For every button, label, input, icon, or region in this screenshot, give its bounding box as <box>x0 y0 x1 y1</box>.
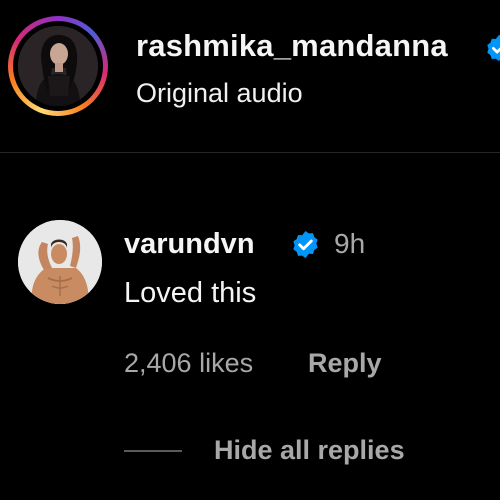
story-ring[interactable] <box>8 16 108 116</box>
commenter-avatar[interactable] <box>18 220 102 304</box>
author-username[interactable]: rashmika_mandanna <box>136 28 448 64</box>
comment-text: Loved this <box>124 277 257 309</box>
divider <box>0 152 500 153</box>
reply-button[interactable]: Reply <box>308 348 382 379</box>
comment-timestamp: 9h <box>334 228 366 259</box>
hide-replies-button[interactable]: Hide all replies <box>214 435 405 466</box>
post-header: rashmika_mandanna Original audio <box>0 0 500 152</box>
verified-badge-icon <box>487 34 500 62</box>
commenter-avatar-image <box>18 220 102 304</box>
original-audio-link[interactable]: Original audio <box>136 78 303 109</box>
replies-divider-line <box>124 450 182 452</box>
verified-badge-icon <box>293 230 318 259</box>
author-avatar[interactable] <box>18 26 98 106</box>
comment-likes-count[interactable]: 2,406 likes <box>124 348 253 379</box>
commenter-username[interactable]: varundvn <box>124 228 255 261</box>
author-avatar-image <box>18 26 98 106</box>
